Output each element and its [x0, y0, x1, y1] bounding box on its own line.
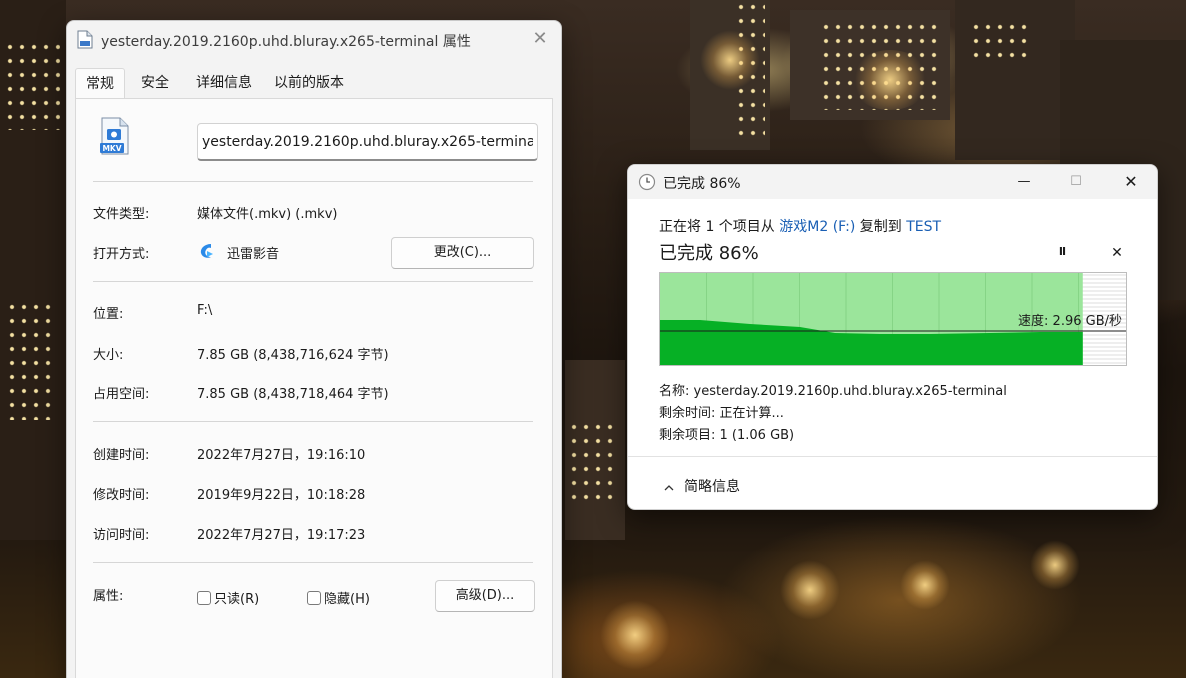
size-value: 7.85 GB (8,438,716,624 字节) [197, 348, 389, 363]
minimize-icon[interactable]: — [1009, 169, 1039, 195]
tab-general[interactable]: 常规 [75, 68, 125, 100]
footer-separator [628, 456, 1157, 457]
size-label: 大小: [93, 348, 124, 363]
copy-title: 已完成 86% [663, 176, 741, 192]
hidden-checkbox-box[interactable] [307, 591, 321, 605]
size-on-disk-label: 占用空间: [93, 387, 150, 402]
accessed-value: 2022年7月27日，19:17:23 [197, 528, 366, 543]
separator [93, 281, 533, 282]
fewer-details-toggle[interactable]: 简略信息 [664, 476, 740, 496]
chevron-up-icon [664, 479, 674, 495]
readonly-checkbox[interactable]: 只读(R) [197, 588, 259, 607]
created-label: 创建时间: [93, 448, 150, 463]
separator [93, 421, 533, 422]
destination-link[interactable]: TEST [906, 219, 941, 235]
close-icon[interactable]: ✕ [529, 28, 551, 50]
wallpaper-streetlight [850, 50, 930, 110]
wallpaper-lights [970, 20, 1030, 60]
wallpaper-streetlight [900, 560, 950, 610]
created-value: 2022年7月27日，19:16:10 [197, 448, 366, 463]
cancel-icon[interactable]: ✕ [1107, 245, 1127, 265]
modified-label: 修改时间: [93, 488, 150, 503]
mkv-icon-label: MKV [102, 144, 121, 153]
mkv-file-icon: MKV [100, 117, 129, 155]
properties-title: yesterday.2019.2160p.uhd.bluray.x265-ter… [101, 34, 471, 50]
close-icon[interactable]: ✕ [1116, 169, 1146, 195]
tab-security[interactable]: 安全 [133, 68, 177, 98]
xunlei-player-icon [200, 244, 213, 258]
separator [93, 562, 533, 563]
hidden-checkbox[interactable]: 隐藏(H) [307, 588, 370, 607]
properties-titlebar[interactable]: yesterday.2019.2160p.uhd.bluray.x265-ter… [67, 21, 561, 59]
tab-previous-versions[interactable]: 以前的版本 [267, 68, 351, 98]
wallpaper-streetlight [600, 600, 670, 670]
modified-value: 2019年9月22日，10:18:28 [197, 488, 366, 503]
location-label: 位置: [93, 307, 124, 322]
copy-prefix-text: 正在将 1 个项目从 [659, 219, 780, 235]
wallpaper-lights [568, 420, 618, 500]
accessed-label: 访问时间: [93, 528, 150, 543]
wallpaper-streetlight [780, 560, 840, 620]
file-icon [77, 30, 93, 49]
readonly-checkbox-label: 只读(R) [214, 592, 260, 607]
hidden-checkbox-label: 隐藏(H) [324, 592, 370, 607]
general-pane: MKV 文件类型: 媒体文件(.mkv) (.mkv) 打开方式: 迅雷影音 更… [75, 98, 553, 678]
clock-icon [638, 173, 656, 191]
properties-dialog: yesterday.2019.2160p.uhd.bluray.x265-ter… [66, 20, 562, 678]
progress-heading: 已完成 86% [659, 243, 759, 264]
change-button[interactable]: 更改(C)... [391, 237, 534, 269]
tab-details[interactable]: 详细信息 [189, 68, 259, 98]
location-value: F:\ [197, 303, 213, 318]
file-type-value: 媒体文件(.mkv) (.mkv) [197, 207, 338, 222]
copy-progress-dialog: 已完成 86% — ☐ ✕ 正在将 1 个项目从 游戏M2 (F:) 复制到 T… [627, 164, 1158, 510]
copy-titlebar[interactable]: 已完成 86% — ☐ ✕ [628, 165, 1157, 199]
items-remaining-info: 剩余项目: 1 (1.06 GB) [659, 428, 795, 443]
pause-icon[interactable]: II [1052, 245, 1072, 265]
speed-label: 速度: 2.96 GB/秒 [1018, 314, 1122, 329]
wallpaper-streetlight [700, 30, 760, 90]
time-remaining-info: 剩余时间: 正在计算... [659, 406, 784, 421]
attributes-label: 属性: [93, 589, 124, 604]
source-link[interactable]: 游戏M2 (F:) [779, 219, 855, 235]
wallpaper-lights [6, 300, 56, 420]
progress-graph: 速度: 2.96 GB/秒 [659, 272, 1127, 366]
separator [93, 181, 533, 182]
file-name-input[interactable] [197, 123, 538, 161]
readonly-checkbox-box[interactable] [197, 591, 211, 605]
file-type-label: 文件类型: [93, 207, 150, 222]
opens-with-value: 迅雷影音 [227, 247, 280, 262]
copy-mid-text: 复制到 [855, 219, 907, 235]
fewer-details-label: 简略信息 [684, 479, 740, 495]
copy-description: 正在将 1 个项目从 游戏M2 (F:) 复制到 TEST [659, 216, 941, 236]
wallpaper-streetlight [1030, 540, 1080, 590]
wallpaper-lights [4, 40, 60, 130]
maximize-icon[interactable]: ☐ [1061, 169, 1091, 195]
file-name-info: 名称: yesterday.2019.2160p.uhd.bluray.x265… [659, 384, 1007, 399]
size-on-disk-value: 7.85 GB (8,438,718,464 字节) [197, 387, 389, 402]
opens-with-label: 打开方式: [93, 247, 150, 262]
advanced-button[interactable]: 高级(D)... [435, 580, 535, 612]
